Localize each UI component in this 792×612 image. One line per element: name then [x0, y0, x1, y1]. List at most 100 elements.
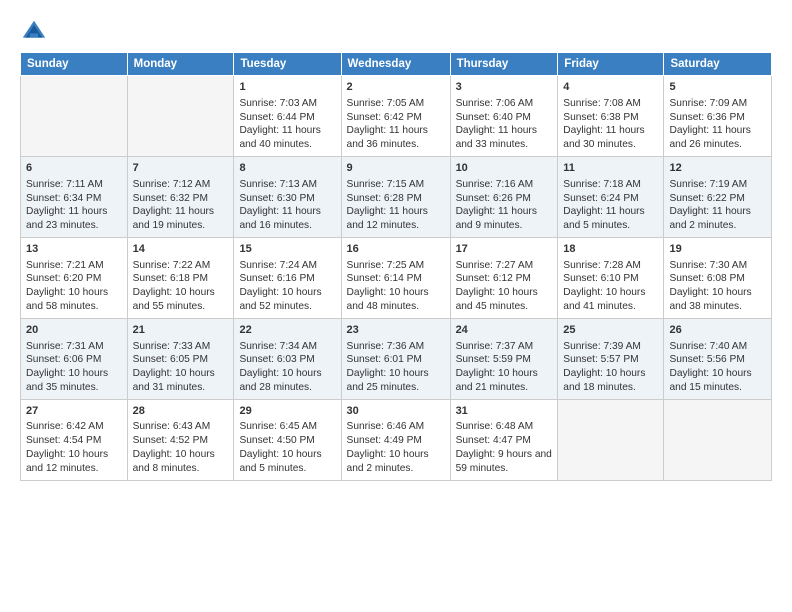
day-info: Sunset: 6:28 PM: [347, 192, 445, 206]
calendar: SundayMondayTuesdayWednesdayThursdayFrid…: [20, 52, 772, 481]
calendar-cell: 20Sunrise: 7:31 AMSunset: 6:06 PMDayligh…: [21, 318, 128, 399]
calendar-cell: 12 Sunrise: 7:19 AMSunset: 6:22 PMDayligh…: [664, 156, 772, 237]
day-info: Sunrise: 7:03 AM: [239, 97, 335, 111]
day-info: Sunset: 6:10 PM: [563, 272, 658, 286]
day-number: 12: [669, 161, 766, 176]
day-info: Daylight: 10 hours and 45 minutes.: [456, 286, 553, 314]
calendar-cell: 19Sunrise: 7:30 AMSunset: 6:08 PMDayligh…: [664, 237, 772, 318]
calendar-cell: 14Sunrise: 7:22 AMSunset: 6:18 PMDayligh…: [127, 237, 234, 318]
day-info: Daylight: 11 hours and 30 minutes.: [563, 124, 658, 152]
calendar-cell: 7Sunrise: 7:12 AMSunset: 6:32 PMDaylight…: [127, 156, 234, 237]
day-info: Sunrise: 7:22 AM: [133, 259, 229, 273]
day-info: Sunrise: 6:48 AM: [456, 420, 553, 434]
day-number: 14: [133, 242, 229, 257]
day-number: 9: [347, 161, 445, 176]
day-number: 28: [133, 404, 229, 419]
logo-icon: [20, 18, 48, 46]
calendar-cell: 23Sunrise: 7:36 AMSunset: 6:01 PMDayligh…: [341, 318, 450, 399]
weekday-tuesday: Tuesday: [234, 53, 341, 76]
day-info: Sunset: 5:59 PM: [456, 353, 553, 367]
day-number: 23: [347, 323, 445, 338]
day-number: 19: [669, 242, 766, 257]
day-info: Sunset: 6:16 PM: [239, 272, 335, 286]
day-info: Daylight: 11 hours and 5 minutes.: [563, 205, 658, 233]
day-number: 24: [456, 323, 553, 338]
day-info: Daylight: 11 hours and 19 minutes.: [133, 205, 229, 233]
day-number: 13: [26, 242, 122, 257]
calendar-cell: 25Sunrise: 7:39 AMSunset: 5:57 PMDayligh…: [558, 318, 664, 399]
day-number: 31: [456, 404, 553, 419]
day-number: 18: [563, 242, 658, 257]
day-info: Sunrise: 7:08 AM: [563, 97, 658, 111]
day-info: Sunset: 4:54 PM: [26, 434, 122, 448]
day-info: Sunset: 6:22 PM: [669, 192, 766, 206]
calendar-cell: 6Sunrise: 7:11 AMSunset: 6:34 PMDaylight…: [21, 156, 128, 237]
day-number: 6: [26, 161, 122, 176]
calendar-cell: 24Sunrise: 7:37 AMSunset: 5:59 PMDayligh…: [450, 318, 558, 399]
calendar-cell: 26Sunrise: 7:40 AMSunset: 5:56 PMDayligh…: [664, 318, 772, 399]
weekday-saturday: Saturday: [664, 53, 772, 76]
day-info: Sunset: 4:52 PM: [133, 434, 229, 448]
day-info: Sunrise: 7:37 AM: [456, 340, 553, 354]
day-info: Sunset: 6:24 PM: [563, 192, 658, 206]
day-info: Sunrise: 7:31 AM: [26, 340, 122, 354]
calendar-cell: 29Sunrise: 6:45 AMSunset: 4:50 PMDayligh…: [234, 399, 341, 480]
day-info: Sunset: 6:26 PM: [456, 192, 553, 206]
day-info: Sunrise: 7:19 AM: [669, 178, 766, 192]
day-info: Sunrise: 7:30 AM: [669, 259, 766, 273]
day-info: Daylight: 11 hours and 33 minutes.: [456, 124, 553, 152]
day-info: Sunset: 6:14 PM: [347, 272, 445, 286]
day-number: 7: [133, 161, 229, 176]
day-number: 3: [456, 80, 553, 95]
week-row-2: 6Sunrise: 7:11 AMSunset: 6:34 PMDaylight…: [21, 156, 772, 237]
day-info: Daylight: 11 hours and 26 minutes.: [669, 124, 766, 152]
day-info: Sunrise: 7:28 AM: [563, 259, 658, 273]
day-info: Daylight: 11 hours and 9 minutes.: [456, 205, 553, 233]
day-info: Daylight: 10 hours and 5 minutes.: [239, 448, 335, 476]
day-number: 15: [239, 242, 335, 257]
calendar-cell: 30Sunrise: 6:46 AMSunset: 4:49 PMDayligh…: [341, 399, 450, 480]
day-info: Sunrise: 7:15 AM: [347, 178, 445, 192]
day-number: 1: [239, 80, 335, 95]
day-info: Sunrise: 6:45 AM: [239, 420, 335, 434]
day-info: Sunrise: 6:46 AM: [347, 420, 445, 434]
day-number: 21: [133, 323, 229, 338]
day-info: Daylight: 9 hours and 59 minutes.: [456, 448, 553, 476]
day-info: Sunset: 4:47 PM: [456, 434, 553, 448]
day-info: Sunrise: 7:21 AM: [26, 259, 122, 273]
day-info: Daylight: 10 hours and 52 minutes.: [239, 286, 335, 314]
day-number: 26: [669, 323, 766, 338]
weekday-monday: Monday: [127, 53, 234, 76]
day-info: Sunrise: 7:13 AM: [239, 178, 335, 192]
day-number: 22: [239, 323, 335, 338]
day-info: Sunrise: 7:06 AM: [456, 97, 553, 111]
day-info: Sunrise: 6:43 AM: [133, 420, 229, 434]
day-number: 8: [239, 161, 335, 176]
day-info: Sunset: 6:20 PM: [26, 272, 122, 286]
day-info: Sunrise: 7:11 AM: [26, 178, 122, 192]
week-row-4: 20Sunrise: 7:31 AMSunset: 6:06 PMDayligh…: [21, 318, 772, 399]
day-info: Daylight: 11 hours and 23 minutes.: [26, 205, 122, 233]
calendar-cell: 22Sunrise: 7:34 AMSunset: 6:03 PMDayligh…: [234, 318, 341, 399]
calendar-cell: 28Sunrise: 6:43 AMSunset: 4:52 PMDayligh…: [127, 399, 234, 480]
day-number: 30: [347, 404, 445, 419]
day-info: Sunset: 4:50 PM: [239, 434, 335, 448]
calendar-cell: 10Sunrise: 7:16 AMSunset: 6:26 PMDayligh…: [450, 156, 558, 237]
day-info: Daylight: 10 hours and 58 minutes.: [26, 286, 122, 314]
day-info: Sunset: 6:40 PM: [456, 111, 553, 125]
day-info: Sunrise: 7:39 AM: [563, 340, 658, 354]
day-info: Daylight: 10 hours and 8 minutes.: [133, 448, 229, 476]
day-info: Sunset: 5:57 PM: [563, 353, 658, 367]
weekday-friday: Friday: [558, 53, 664, 76]
day-info: Daylight: 10 hours and 18 minutes.: [563, 367, 658, 395]
day-info: Daylight: 10 hours and 35 minutes.: [26, 367, 122, 395]
day-info: Daylight: 11 hours and 2 minutes.: [669, 205, 766, 233]
day-info: Sunrise: 7:27 AM: [456, 259, 553, 273]
logo: [20, 18, 52, 46]
weekday-thursday: Thursday: [450, 53, 558, 76]
calendar-cell: 15Sunrise: 7:24 AMSunset: 6:16 PMDayligh…: [234, 237, 341, 318]
week-row-5: 27Sunrise: 6:42 AMSunset: 4:54 PMDayligh…: [21, 399, 772, 480]
weekday-sunday: Sunday: [21, 53, 128, 76]
calendar-cell: 8Sunrise: 7:13 AMSunset: 6:30 PMDaylight…: [234, 156, 341, 237]
calendar-cell: 1Sunrise: 7:03 AMSunset: 6:44 PMDaylight…: [234, 76, 341, 157]
